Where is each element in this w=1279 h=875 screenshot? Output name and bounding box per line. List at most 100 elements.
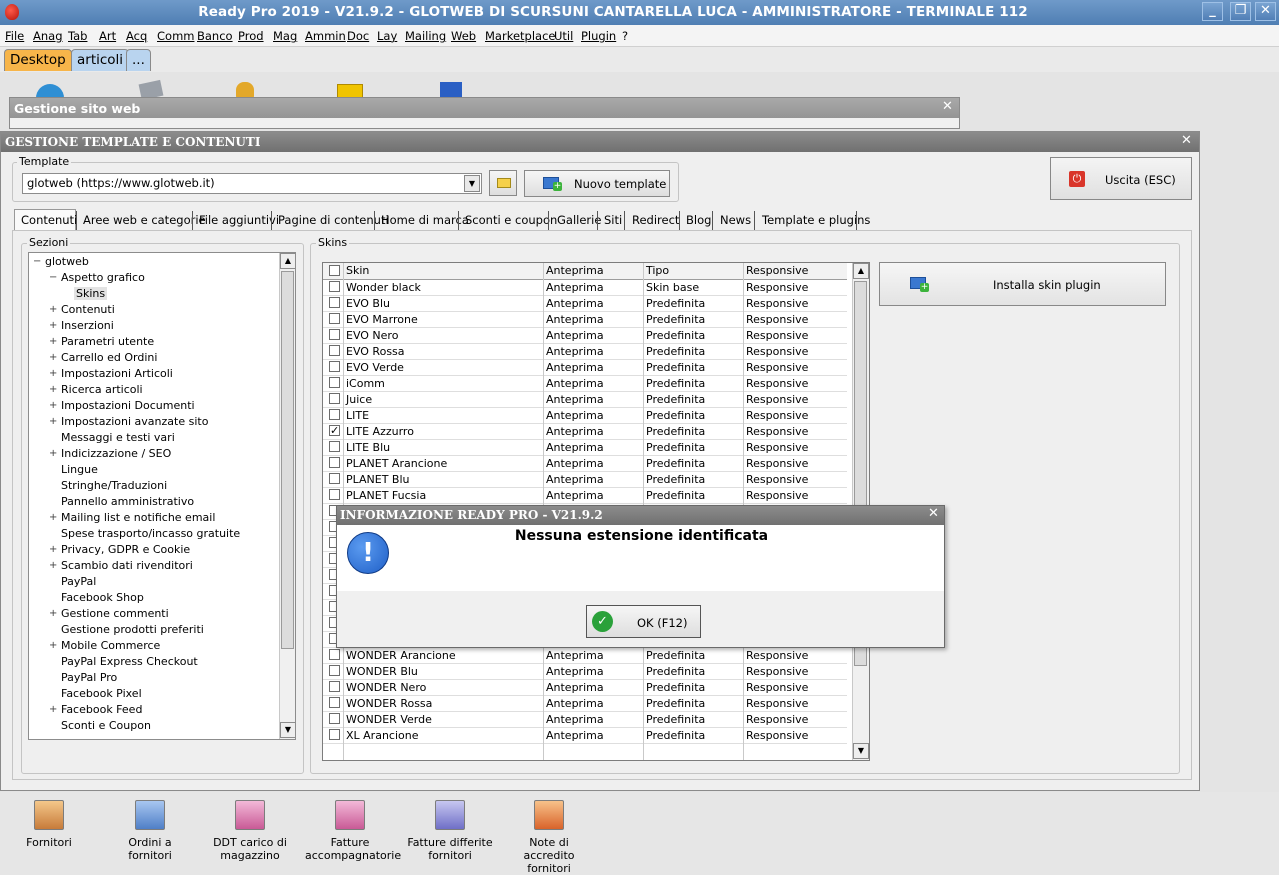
table-row[interactable]: EVO Nero Anteprima Predefinita Responsive — [323, 328, 847, 344]
row-checkbox[interactable] — [329, 697, 340, 708]
scroll-up-icon[interactable]: ▲ — [853, 263, 869, 279]
menu-comm[interactable]: Comm — [157, 29, 194, 43]
cell-anteprima[interactable]: Anteprima — [546, 345, 604, 358]
tree-toggle-icon[interactable]: + — [49, 304, 57, 315]
menu-art[interactable]: Art — [99, 29, 116, 43]
row-checkbox[interactable] — [329, 473, 340, 484]
tree-toggle-icon[interactable]: + — [49, 704, 57, 715]
cell-anteprima[interactable]: Anteprima — [546, 713, 604, 726]
cell-anteprima[interactable]: Anteprima — [546, 649, 604, 662]
tree-node[interactable]: Privacy, GDPR e Cookie — [61, 543, 190, 556]
tree-node[interactable]: Facebook Shop — [61, 591, 144, 604]
row-checkbox[interactable] — [329, 281, 340, 292]
tab-file-aggiuntivi[interactable]: File aggiuntivi — [199, 213, 279, 227]
menu-tab[interactable]: Tab — [68, 29, 87, 43]
tree-toggle-icon[interactable]: + — [49, 544, 57, 555]
tab-template-plugins[interactable]: Template e plugins — [762, 213, 870, 227]
menu-plugin[interactable]: Plugin — [581, 29, 616, 43]
table-row[interactable]: EVO Blu Anteprima Predefinita Responsive — [323, 296, 847, 312]
cell-anteprima[interactable]: Anteprima — [546, 665, 604, 678]
tree-toggle-icon[interactable]: + — [49, 512, 57, 523]
menu-acq[interactable]: Acq — [126, 29, 147, 43]
cell-anteprima[interactable]: Anteprima — [546, 441, 604, 454]
table-row[interactable]: EVO Marrone Anteprima Predefinita Responsiv… — [323, 312, 847, 328]
tree-node[interactable]: Sconti e Coupon — [61, 719, 151, 732]
template-window-close-button[interactable]: ✕ — [1181, 133, 1192, 148]
row-checkbox[interactable] — [329, 329, 340, 340]
tab-news[interactable]: News — [720, 213, 751, 227]
row-checkbox[interactable] — [329, 377, 340, 388]
tree-toggle-icon[interactable]: + — [49, 352, 57, 363]
tree-node[interactable]: glotweb — [45, 255, 89, 268]
row-checkbox[interactable] — [329, 409, 340, 420]
menu-lay[interactable]: Lay — [377, 29, 397, 43]
row-checkbox[interactable] — [329, 649, 340, 660]
new-template-button[interactable]: + Nuovo template — [524, 170, 670, 197]
tree-toggle-icon[interactable]: − — [33, 256, 41, 267]
tab-blog[interactable]: Blog — [686, 213, 711, 227]
tab-gallerie[interactable]: Gallerie — [557, 213, 601, 227]
table-row[interactable]: Wonder black Anteprima Skin base Responsive — [323, 280, 847, 296]
close-button[interactable]: ✕ — [1255, 2, 1276, 21]
tree-toggle-icon[interactable]: + — [49, 560, 57, 571]
table-row[interactable]: ✓ LITE Azzurro Anteprima Predefinita Respons… — [323, 424, 847, 440]
tree-node[interactable]: PayPal — [61, 575, 96, 588]
tree-node[interactable]: Gestione prodotti preferiti — [61, 623, 204, 636]
row-checkbox[interactable] — [329, 313, 340, 324]
row-checkbox[interactable] — [329, 665, 340, 676]
tree-toggle-icon[interactable]: + — [49, 384, 57, 395]
cell-anteprima[interactable]: Anteprima — [546, 393, 604, 406]
tab-pagine-contenuti[interactable]: Pagine di contenuti — [278, 213, 389, 227]
tree-node[interactable]: Facebook Feed — [61, 703, 142, 716]
table-row[interactable]: PLANET Fucsia Anteprima Predefinita Respons… — [323, 488, 847, 504]
open-folder-button[interactable] — [489, 170, 517, 196]
tree-node[interactable]: Mobile Commerce — [61, 639, 160, 652]
menu-web[interactable]: Web — [451, 29, 476, 43]
tree-node[interactable]: Pannello amministrativo — [61, 495, 194, 508]
menu-prod[interactable]: Prod — [238, 29, 264, 43]
menu-anag[interactable]: Anag — [33, 29, 63, 43]
tree-node[interactable]: PayPal Express Checkout — [61, 655, 198, 668]
row-checkbox[interactable] — [329, 345, 340, 356]
tree-toggle-icon[interactable]: + — [49, 336, 57, 347]
cell-anteprima[interactable]: Anteprima — [546, 473, 604, 486]
menu-banco[interactable]: Banco — [197, 29, 233, 43]
row-checkbox[interactable] — [329, 297, 340, 308]
minimize-button[interactable]: _ — [1202, 2, 1223, 21]
exit-button[interactable]: ⏻ Uscita (ESC) — [1050, 157, 1192, 200]
row-checkbox[interactable] — [329, 681, 340, 692]
tab-siti[interactable]: Siti — [604, 213, 622, 227]
tab-redirect[interactable]: Redirect — [632, 213, 679, 227]
tree-node[interactable]: Facebook Pixel — [61, 687, 142, 700]
tree-node[interactable]: Skins — [74, 287, 108, 300]
cube-icon[interactable] — [440, 82, 462, 98]
tree-node[interactable]: Indicizzazione / SEO — [61, 447, 171, 460]
tree-toggle-icon[interactable]: + — [49, 448, 57, 459]
menu-file[interactable]: File — [5, 29, 24, 43]
tree-node[interactable]: Impostazioni Articoli — [61, 367, 173, 380]
tree-node[interactable]: Ricerca articoli — [61, 383, 143, 396]
table-row[interactable]: WONDER Verde Anteprima Predefinita Responsi… — [323, 712, 847, 728]
row-checkbox[interactable] — [329, 393, 340, 404]
scroll-down-icon[interactable]: ▼ — [280, 722, 295, 738]
tree-toggle-icon[interactable]: + — [49, 608, 57, 619]
cell-anteprima[interactable]: Anteprima — [546, 297, 604, 310]
cell-anteprima[interactable]: Anteprima — [546, 377, 604, 390]
gestione-sito-close-button[interactable]: ✕ — [942, 99, 953, 114]
table-row[interactable]: iComm Anteprima Predefinita Responsive — [323, 376, 847, 392]
ordini-fornitori-shortcut[interactable]: Ordini a fornitori — [105, 800, 195, 862]
tree-node[interactable]: Stringhe/Traduzioni — [61, 479, 167, 492]
fornitori-shortcut[interactable]: Fornitori — [19, 800, 79, 849]
cell-anteprima[interactable]: Anteprima — [546, 361, 604, 374]
person-icon[interactable] — [236, 82, 254, 98]
table-row[interactable]: XL Arancione Anteprima Predefinita Responsi… — [323, 728, 847, 744]
tree-toggle-icon[interactable]: + — [49, 640, 57, 651]
tree-node[interactable]: PayPal Pro — [61, 671, 117, 684]
cell-anteprima[interactable]: Anteprima — [546, 697, 604, 710]
cell-anteprima[interactable]: Anteprima — [546, 457, 604, 470]
fatture-differite-shortcut[interactable]: Fatture differite fornitori — [405, 800, 495, 862]
row-checkbox[interactable] — [329, 713, 340, 724]
cell-anteprima[interactable]: Anteprima — [546, 729, 604, 742]
tree-toggle-icon[interactable]: + — [49, 320, 57, 331]
header-tipo[interactable]: Tipo — [646, 264, 669, 277]
